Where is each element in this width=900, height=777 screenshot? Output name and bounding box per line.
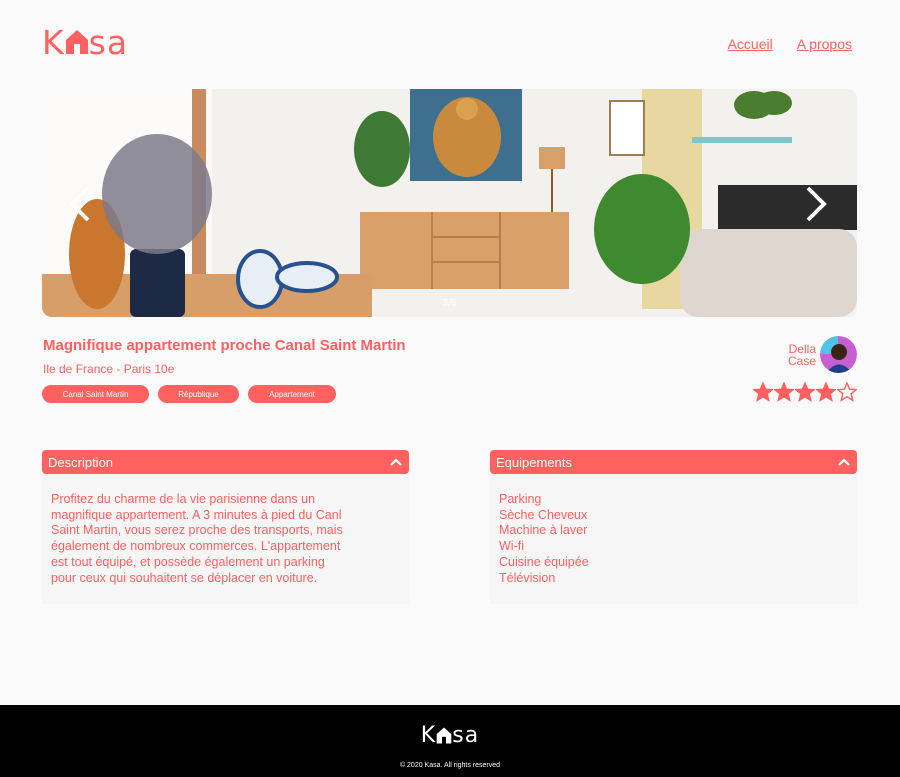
host-info: Della Case <box>788 336 857 373</box>
tag: Canal Saint Martin <box>42 385 149 403</box>
nav-link-about[interactable]: A propos <box>797 36 852 52</box>
host-first-name: Della <box>788 341 816 356</box>
description-line: Saint Martin, vous serez proche des tran… <box>51 523 343 538</box>
description-body: Profitez du charme de la vie parisienne … <box>42 474 409 604</box>
apartment-photo <box>42 89 857 317</box>
tag: République <box>158 385 239 403</box>
star-rating <box>753 382 857 402</box>
description-line: est tout équipé, et possède également un… <box>51 554 325 569</box>
description-collapse: Description Profitez du charme de la vie… <box>42 450 409 604</box>
tag: Appartement <box>248 385 336 403</box>
house-icon <box>65 30 88 54</box>
star-filled-icon <box>753 382 773 402</box>
description-text: Profitez du charme de la vie parisienne … <box>51 492 400 586</box>
equipment-item: Télévision <box>499 570 556 585</box>
kasa-logo[interactable]: K sa <box>42 22 128 62</box>
listing-location: Ile de France - Paris 10e <box>43 362 175 376</box>
footer-logo-letters-sa: sa <box>452 723 480 748</box>
image-slideshow: 3/6 <box>42 89 857 317</box>
star-empty-icon <box>837 382 857 402</box>
equipment-item: Machine à laver <box>499 523 588 538</box>
description-title: Description <box>48 454 114 470</box>
description-line: magnifique appartement. A 3 minutes à pi… <box>51 507 342 522</box>
description-line: Profitez du charme de la vie parisienne … <box>51 492 316 506</box>
equipments-collapse-header[interactable]: Equipements <box>490 450 857 474</box>
equipments-collapse: Equipements Parking Sèche Cheveux Machin… <box>490 450 857 604</box>
chevron-up-icon[interactable] <box>389 457 403 467</box>
equipments-body: Parking Sèche Cheveux Machine à laver Wi… <box>490 474 857 604</box>
logo-letter-k: K <box>42 22 65 62</box>
copyright-text: © 2020 Kasa. All rights reserved <box>399 762 501 769</box>
host-name: Della Case <box>788 343 816 367</box>
host-avatar <box>820 336 857 373</box>
equipment-item: Cuisine équipée <box>499 554 589 569</box>
equipments-title: Equipements <box>496 454 572 470</box>
image-counter: 3/6 <box>442 298 457 309</box>
next-image-button[interactable] <box>802 184 832 224</box>
footer-logo: K sa <box>0 723 900 748</box>
site-header: K sa Accueil A propos <box>42 22 858 66</box>
site-footer: K sa © 2020 Kasa. All rights reserved <box>0 705 900 777</box>
star-filled-icon <box>774 382 794 402</box>
main-nav: Accueil A propos <box>728 36 852 52</box>
equipment-list: Parking Sèche Cheveux Machine à laver Wi… <box>499 492 848 586</box>
description-line: pour ceux qui souhaitent se déplacer en … <box>51 570 318 585</box>
host-last-name: Case <box>787 353 816 368</box>
house-icon <box>436 727 452 744</box>
star-filled-icon <box>795 382 815 402</box>
chevron-up-icon[interactable] <box>837 457 851 467</box>
description-collapse-header[interactable]: Description <box>42 450 409 474</box>
equipment-item: Sèche Cheveux <box>499 507 588 522</box>
listing-title: Magnifique appartement proche Canal Sain… <box>43 337 406 354</box>
footer-logo-letter-k: K <box>420 723 437 748</box>
tag-list: Canal Saint Martin République Appartemen… <box>42 385 336 403</box>
star-filled-icon <box>816 382 836 402</box>
nav-link-home[interactable]: Accueil <box>728 36 773 52</box>
equipment-item: Parking <box>499 492 542 506</box>
previous-image-button[interactable] <box>64 184 94 224</box>
equipment-item: Wi-fi <box>499 539 524 554</box>
logo-letters-sa: sa <box>88 22 129 62</box>
description-line: également de nombreux commerces. L'appar… <box>51 539 341 554</box>
